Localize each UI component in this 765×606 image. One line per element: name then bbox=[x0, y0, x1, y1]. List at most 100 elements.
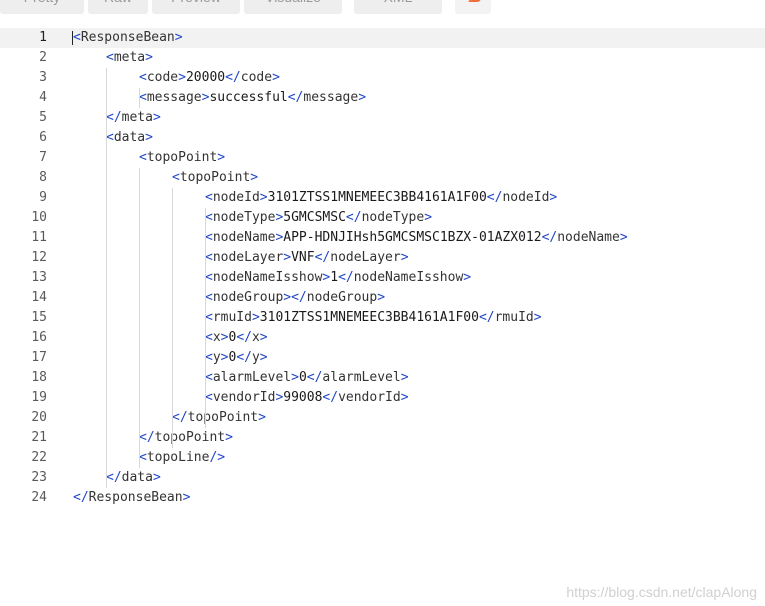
xml-tag-name: meta bbox=[113, 50, 146, 65]
line-number: 14 bbox=[31, 290, 47, 305]
code-text: <alarmLevel>0</alarmLevel> bbox=[205, 368, 409, 388]
indent-guide bbox=[139, 168, 140, 468]
code-line[interactable]: 3 <code>20000</code> bbox=[0, 68, 765, 88]
code-line[interactable]: 9 <nodeId>3101ZTSS1MNEMEEC3BB4161A1F00</n… bbox=[0, 188, 765, 208]
xml-bracket: < bbox=[205, 330, 213, 345]
xml-tag-name: message bbox=[303, 90, 359, 105]
xml-bracket: /> bbox=[209, 450, 226, 465]
text-caret bbox=[72, 31, 73, 45]
xml-bracket: > bbox=[152, 110, 161, 125]
line-number: 12 bbox=[31, 250, 47, 265]
code-text: <topoPoint> bbox=[172, 168, 258, 188]
xml-bracket: </ bbox=[291, 290, 307, 305]
xml-bracket: </ bbox=[106, 110, 122, 125]
line-number: 17 bbox=[31, 350, 47, 365]
code-line[interactable]: 12 <nodeLayer>VNF</nodeLayer> bbox=[0, 248, 765, 268]
xml-bracket: </ bbox=[287, 90, 304, 105]
code-line[interactable]: 10 <nodeType>5GMCSMSC</nodeType> bbox=[0, 208, 765, 228]
line-number: 10 bbox=[31, 210, 47, 225]
xml-tag-name: nodeType bbox=[212, 210, 276, 225]
code-line[interactable]: 20 </topoPoint> bbox=[0, 408, 765, 428]
xml-tag-name: nodeName bbox=[557, 230, 620, 245]
xml-tag-name: ResponseBean bbox=[88, 490, 183, 505]
code-line[interactable]: 15 <rmuId>3101ZTSS1MNEMEEC3BB4161A1F00</r… bbox=[0, 308, 765, 328]
xml-bracket: < bbox=[205, 370, 213, 385]
xml-bracket: > bbox=[174, 30, 183, 45]
code-text: <vendorId>99008</vendorId> bbox=[205, 388, 409, 408]
xml-tag-name: rmuId bbox=[212, 310, 252, 325]
code-line[interactable]: 1 <ResponseBean> bbox=[0, 28, 765, 48]
line-number: 4 bbox=[39, 90, 47, 105]
code-line[interactable]: 6 <data> bbox=[0, 128, 765, 148]
xml-bracket: > bbox=[400, 250, 409, 265]
code-line[interactable]: 21 </topoPoint> bbox=[0, 428, 765, 448]
visualize-button[interactable]: Visualize bbox=[244, 0, 342, 14]
preview-button[interactable]: Preview bbox=[152, 0, 240, 14]
xml-bracket: < bbox=[139, 450, 147, 465]
line-number: 5 bbox=[39, 110, 47, 125]
xml-bracket: > bbox=[291, 370, 299, 385]
line-number: 9 bbox=[39, 190, 47, 205]
code-line[interactable]: 22 <topoLine/> bbox=[0, 448, 765, 468]
line-number: 18 bbox=[31, 370, 47, 385]
raw-button-label: Raw bbox=[104, 0, 132, 10]
code-text: </topoPoint> bbox=[139, 428, 233, 448]
code-line[interactable]: 24 </ResponseBean> bbox=[0, 488, 765, 508]
code-text: <nodeNameIsshow>1</nodeNameIsshow> bbox=[205, 268, 471, 288]
code-line[interactable]: 5 </meta> bbox=[0, 108, 765, 128]
xml-bracket: > bbox=[250, 170, 259, 185]
code-text: <x>0</x> bbox=[205, 328, 268, 348]
format-select[interactable]: XML bbox=[354, 0, 442, 14]
xml-tag-name: meta bbox=[121, 110, 153, 125]
xml-bracket: </ bbox=[106, 470, 122, 485]
code-text: <message>successful</message> bbox=[139, 88, 366, 108]
code-line[interactable]: 8 <topoPoint> bbox=[0, 168, 765, 188]
xml-tag-name: x bbox=[251, 330, 260, 345]
xml-value: successful bbox=[209, 90, 288, 105]
code-line[interactable]: 19 <vendorId>99008</vendorId> bbox=[0, 388, 765, 408]
xml-tag-name: vendorId bbox=[338, 390, 401, 405]
xml-bracket: </ bbox=[236, 350, 252, 365]
indent-guide bbox=[139, 88, 140, 108]
code-line[interactable]: 7 <topoPoint> bbox=[0, 148, 765, 168]
code-line[interactable]: 23 </data> bbox=[0, 468, 765, 488]
xml-bracket: > bbox=[225, 430, 233, 445]
xml-bracket: < bbox=[205, 290, 213, 305]
wrap-lines-button[interactable] bbox=[455, 0, 491, 14]
code-text: <ResponseBean> bbox=[73, 28, 183, 48]
xml-tag-name: nodeGroup bbox=[306, 290, 378, 305]
xml-bracket: < bbox=[172, 170, 180, 185]
xml-bracket: > bbox=[217, 150, 226, 165]
xml-tag-name: nodeName bbox=[212, 230, 276, 245]
code-text: <rmuId>3101ZTSS1MNEMEEC3BB4161A1F00</rmu… bbox=[205, 308, 542, 328]
code-line[interactable]: 4 <message>successful</message> bbox=[0, 88, 765, 108]
code-line[interactable]: 14 <nodeGroup></nodeGroup> bbox=[0, 288, 765, 308]
line-number: 3 bbox=[39, 70, 47, 85]
line-number: 20 bbox=[31, 410, 47, 425]
xml-bracket: < bbox=[139, 150, 147, 165]
code-line[interactable]: 17 <y>0</y> bbox=[0, 348, 765, 368]
code-line[interactable]: 18 <alarmLevel>0</alarmLevel> bbox=[0, 368, 765, 388]
code-line[interactable]: 13 <nodeNameIsshow>1</nodeNameIsshow> bbox=[0, 268, 765, 288]
xml-bracket: < bbox=[205, 190, 213, 205]
code-line[interactable]: 11 <nodeName>APP-HDNJIHsh5GMCSMSC1BZX-01A… bbox=[0, 228, 765, 248]
xml-bracket: < bbox=[205, 210, 213, 225]
xml-bracket: </ bbox=[225, 70, 241, 85]
xml-bracket: </ bbox=[541, 230, 558, 245]
code-line[interactable]: 2 <meta> bbox=[0, 48, 765, 68]
xml-bracket: < bbox=[73, 30, 81, 45]
raw-button[interactable]: Raw bbox=[88, 0, 148, 14]
xml-bracket: </ bbox=[314, 250, 331, 265]
response-view-toolbar: Pretty Raw Preview Visualize XML bbox=[0, 0, 765, 16]
xml-tag-name: nodeNameIsshow bbox=[212, 270, 323, 285]
xml-code-editor[interactable]: 1 <ResponseBean> 2 <meta> 3 <code>20000</code… bbox=[0, 28, 765, 508]
line-number: 8 bbox=[39, 170, 47, 185]
xml-value: 20000 bbox=[185, 70, 226, 85]
pretty-button[interactable]: Pretty bbox=[0, 0, 84, 14]
xml-bracket: > bbox=[152, 470, 161, 485]
xml-bracket: < bbox=[205, 250, 213, 265]
xml-value: APP-HDNJIHsh5GMCSMSC1BZX-01AZX012 bbox=[283, 230, 542, 245]
xml-value: VNF bbox=[291, 250, 315, 265]
xml-tag-name: alarmLevel bbox=[322, 370, 401, 385]
code-line[interactable]: 16 <x>0</x> bbox=[0, 328, 765, 348]
